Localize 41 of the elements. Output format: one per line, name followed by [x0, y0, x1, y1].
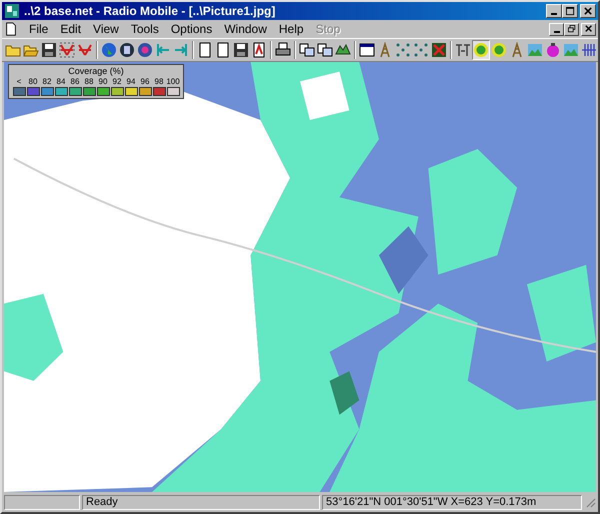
close-button[interactable]	[581, 22, 596, 36]
legend-label: 86	[70, 77, 80, 87]
document-icon[interactable]	[4, 22, 18, 36]
menu-item[interactable]: View	[88, 22, 124, 36]
restore-button[interactable]	[564, 22, 579, 36]
legend-label: 100	[166, 77, 180, 87]
legend-label: <	[16, 77, 22, 87]
menu-item[interactable]: Tools	[126, 22, 164, 36]
legend-label: 82	[42, 77, 52, 87]
legend-title: Coverage (%)	[67, 66, 125, 77]
minimize-button[interactable]	[546, 4, 562, 18]
menu-item[interactable]: Window	[219, 22, 272, 36]
toolbar-button[interactable]	[40, 40, 58, 60]
menu-item[interactable]: File	[24, 22, 54, 36]
minimize-icon	[554, 30, 560, 32]
legend-label: 92	[112, 77, 122, 87]
legend-label: 84	[56, 77, 66, 87]
app-icon	[4, 3, 20, 19]
menu-item[interactable]: Edit	[55, 22, 86, 36]
legend-label: 98	[154, 77, 164, 87]
close-icon	[584, 25, 592, 33]
legend-label: 96	[140, 77, 150, 87]
legend-label: 88	[84, 77, 94, 87]
close-button[interactable]	[580, 4, 596, 18]
toolbar-button[interactable]	[118, 40, 136, 60]
maximize-icon	[566, 6, 574, 16]
status-coordinates: 53°16'21"N 001°30'51"W X=623 Y=0.173m	[322, 494, 582, 510]
legend-label: 80	[28, 77, 38, 87]
toolbar-button[interactable]	[232, 40, 250, 60]
status-message: Ready	[82, 494, 320, 510]
legend-label: 94	[126, 77, 136, 87]
close-icon	[584, 6, 592, 16]
menu-item[interactable]: Options	[166, 22, 218, 36]
maximize-button[interactable]	[562, 4, 578, 18]
resize-grip[interactable]	[584, 496, 596, 508]
window-title: ..\2 base.net - Radio Mobile - [..\Picture1.jpg]	[24, 4, 276, 18]
minimize-icon	[551, 13, 557, 15]
minimize-button[interactable]	[549, 22, 564, 36]
menu-item[interactable]: Help	[274, 22, 309, 36]
restore-icon	[568, 25, 576, 33]
legend-label: 90	[98, 77, 108, 87]
